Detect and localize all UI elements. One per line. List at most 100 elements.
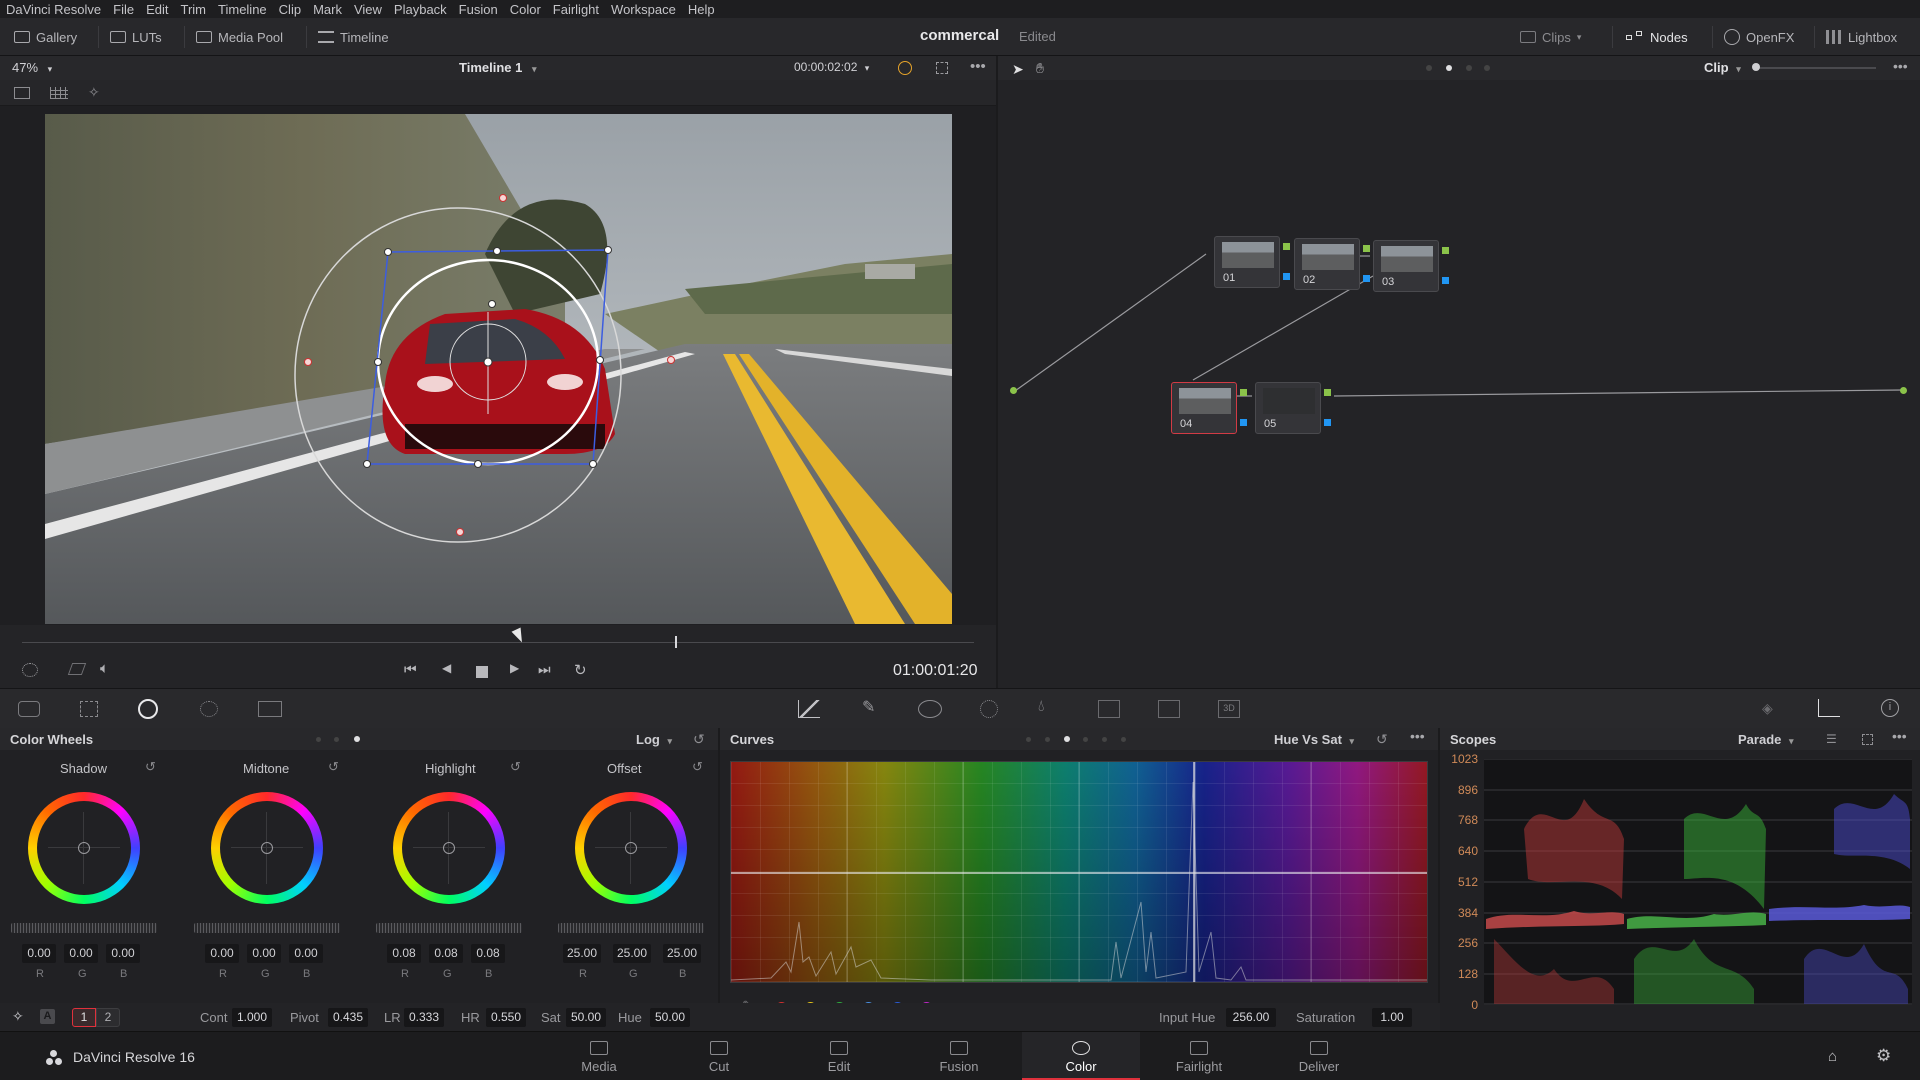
sat-field[interactable]: 50.00	[566, 1008, 606, 1027]
menu-item-trim[interactable]: Trim	[181, 2, 207, 17]
menu-item-clip[interactable]: Clip	[279, 2, 301, 17]
shadow-master-wheel[interactable]	[11, 923, 157, 933]
page-2-button[interactable]: 2	[96, 1008, 120, 1027]
info-icon[interactable]: i	[1881, 699, 1899, 717]
menu-item-help[interactable]: Help	[688, 2, 715, 17]
midtone-r-value[interactable]: 0.00	[205, 944, 239, 963]
3d-icon[interactable]: 3D	[1218, 700, 1240, 718]
highlight-g-value[interactable]: 0.08	[429, 944, 463, 963]
single-viewer-icon[interactable]	[14, 87, 30, 99]
fullscreen-icon[interactable]	[936, 62, 948, 74]
openfx-button[interactable]: OpenFX	[1724, 26, 1794, 48]
saturation-field[interactable]: 1.00	[1372, 1008, 1412, 1027]
scope-settings-icon[interactable]: ☰	[1826, 732, 1837, 746]
node-01[interactable]: 01	[1214, 236, 1290, 288]
menu-item-color[interactable]: Color	[510, 2, 541, 17]
wheel-center-handle[interactable]	[625, 842, 637, 854]
offset-g-value[interactable]: 25.00	[613, 944, 651, 963]
settings-gear-icon[interactable]: ⚙︎	[1876, 1046, 1891, 1066]
wheel-center-handle[interactable]	[78, 842, 90, 854]
reverse-play-icon[interactable]: ◀	[442, 661, 451, 675]
timeline-button[interactable]: Timeline	[318, 26, 389, 48]
clips-button[interactable]: Clips ▾	[1520, 26, 1581, 48]
layers-icon[interactable]	[67, 663, 87, 675]
menu-item-fusion[interactable]: Fusion	[459, 2, 498, 17]
menu-item-timeline[interactable]: Timeline	[218, 2, 267, 17]
pivot-field[interactable]: 0.435	[328, 1008, 368, 1027]
more-options-icon[interactable]: •••	[970, 58, 986, 75]
menu-item-edit[interactable]: Edit	[146, 2, 168, 17]
lightbox-button[interactable]: Lightbox	[1826, 26, 1897, 48]
reset-curves-icon[interactable]: ↺	[1376, 731, 1388, 748]
reset-shadow-icon[interactable]: ↺	[145, 759, 156, 775]
node-zoom-handle[interactable]	[1752, 63, 1760, 71]
hr-field[interactable]: 0.550	[486, 1008, 526, 1027]
pointer-tool-icon[interactable]: ➤	[1012, 61, 1024, 78]
reset-offset-icon[interactable]: ↺	[692, 759, 703, 775]
source-node-pin[interactable]	[1010, 387, 1017, 394]
curves-more-icon[interactable]: •••	[1410, 728, 1425, 744]
highlight-r-value[interactable]: 0.08	[387, 944, 421, 963]
tracker-icon[interactable]	[980, 700, 998, 718]
shadow-color-wheel[interactable]	[28, 792, 140, 904]
shadow-g-value[interactable]: 0.00	[64, 944, 98, 963]
menu-item-mark[interactable]: Mark	[313, 2, 342, 17]
scrubber-track[interactable]	[22, 642, 974, 643]
magic-wand-icon[interactable]: ✧	[88, 84, 100, 101]
offset-b-value[interactable]: 25.00	[663, 944, 701, 963]
page-tab-color[interactable]: Color	[1022, 1032, 1140, 1080]
reset-highlight-icon[interactable]: ↺	[510, 759, 521, 775]
page-tab-fairlight[interactable]: Fairlight	[1140, 1032, 1258, 1080]
reset-wheels-icon[interactable]: ↺	[693, 731, 705, 748]
auto-balance-icon[interactable]: ✧	[12, 1008, 24, 1025]
wheel-center-handle[interactable]	[261, 842, 273, 854]
auto-color-icon[interactable]: A	[40, 1009, 55, 1024]
curves-mode-dropdown[interactable]: Hue Vs Sat ▾	[1274, 732, 1354, 747]
scope-expand-icon[interactable]	[1862, 734, 1873, 745]
play-icon[interactable]: ▶	[510, 661, 519, 675]
stop-icon[interactable]	[476, 666, 488, 678]
wheel-center-handle[interactable]	[443, 842, 455, 854]
curves-icon[interactable]	[798, 700, 820, 718]
video-frame[interactable]	[45, 114, 952, 624]
key-icon[interactable]	[1098, 700, 1120, 718]
timeline-selector[interactable]: Timeline 1 ▾	[459, 60, 537, 75]
hand-tool-icon[interactable]: ✋︎	[1036, 60, 1044, 77]
loop-sync-icon[interactable]	[898, 61, 912, 75]
zoom-dropdown[interactable]: 47% ▾	[12, 60, 52, 75]
node-03[interactable]: 03	[1373, 240, 1449, 292]
hue-vs-sat-graph[interactable]	[730, 761, 1428, 983]
luts-button[interactable]: LUTs	[110, 26, 162, 48]
speaker-icon[interactable]: 🔈︎	[100, 660, 109, 677]
midtone-b-value[interactable]: 0.00	[289, 944, 323, 963]
rgb-mixer-icon[interactable]	[200, 701, 218, 717]
wheels-mode-dropdown[interactable]: Log ▾	[636, 732, 672, 747]
shadow-b-value[interactable]: 0.00	[106, 944, 140, 963]
menu-item-playback[interactable]: Playback	[394, 2, 447, 17]
midtone-color-wheel[interactable]	[211, 792, 323, 904]
camera-raw-icon[interactable]	[18, 701, 40, 717]
loop-icon[interactable]: ↻	[574, 661, 587, 679]
scope-type-dropdown[interactable]: Parade ▾	[1738, 732, 1794, 747]
playhead[interactable]	[675, 636, 677, 648]
node-04[interactable]: 04	[1171, 382, 1247, 434]
highlight-b-value[interactable]: 0.08	[471, 944, 505, 963]
menu-item-view[interactable]: View	[354, 2, 382, 17]
page-1-button[interactable]: 1	[72, 1008, 96, 1027]
scopes-icon[interactable]	[1818, 699, 1840, 717]
source-timecode[interactable]: 00:00:02:02 ▾	[794, 60, 869, 74]
node-05[interactable]: 05	[1255, 382, 1331, 434]
media-pool-button[interactable]: Media Pool	[196, 26, 283, 48]
lightbox-toggle-icon[interactable]: ◈	[1762, 700, 1773, 717]
node-more-icon[interactable]: •••	[1893, 58, 1908, 74]
reset-midtone-icon[interactable]: ↺	[328, 759, 339, 775]
page-tab-fusion[interactable]: Fusion	[900, 1032, 1018, 1080]
gallery-button[interactable]: Gallery	[14, 26, 77, 48]
node-mode-dropdown[interactable]: Clip ▾	[1704, 60, 1741, 75]
offset-r-value[interactable]: 25.00	[563, 944, 601, 963]
page-tab-cut[interactable]: Cut	[660, 1032, 778, 1080]
node-editor[interactable]: ➤ ✋︎ Clip ▾ ••• 01 02 03 04 05	[998, 56, 1920, 688]
output-node-pin[interactable]	[1900, 387, 1907, 394]
scope-more-icon[interactable]: •••	[1892, 728, 1907, 744]
input-hue-field[interactable]: 256.00	[1226, 1008, 1276, 1027]
